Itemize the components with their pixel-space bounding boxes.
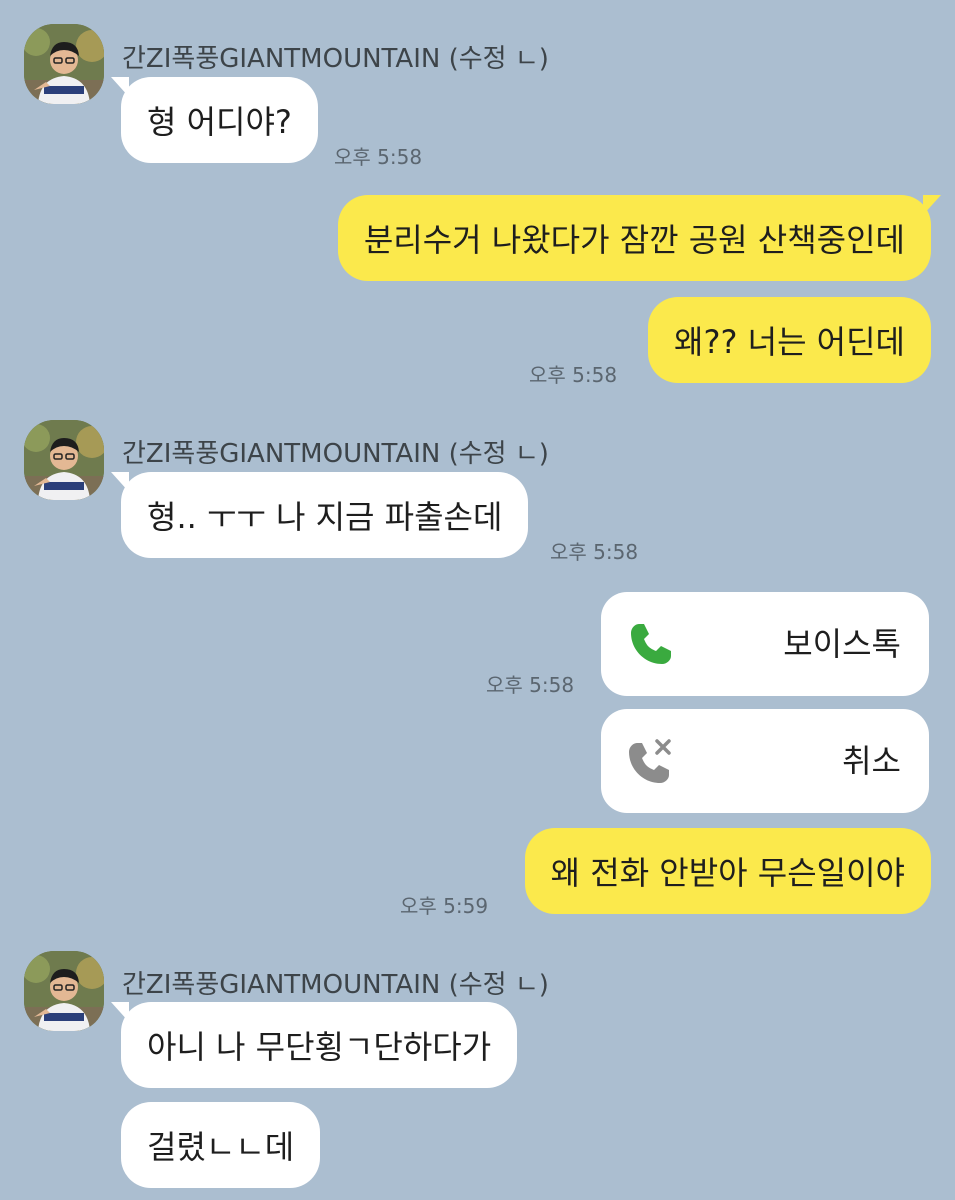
message-text: 형 어디야? bbox=[147, 103, 292, 141]
message-timestamp: 오후 5:58 bbox=[486, 673, 575, 697]
message-text: 왜 전화 안받아 무슨일이야 bbox=[550, 854, 905, 892]
phone-cancelled-icon bbox=[629, 739, 671, 783]
message-bubble[interactable]: 왜 전화 안받아 무슨일이야 bbox=[524, 828, 931, 914]
bubble-tail bbox=[111, 1002, 129, 1022]
phone-icon bbox=[631, 624, 671, 664]
call-label: 보이스톡 bbox=[783, 625, 901, 663]
avatar[interactable] bbox=[24, 951, 104, 1031]
bubble-tail bbox=[923, 195, 941, 215]
message-bubble[interactable]: 분리수거 나왔다가 잠깐 공원 산책중인데 bbox=[337, 195, 941, 281]
message-timestamp: 오후 5:58 bbox=[334, 145, 423, 169]
bubble-tail bbox=[111, 472, 129, 492]
message-timestamp: 오후 5:58 bbox=[529, 363, 618, 387]
message-text: 형.. ㅜㅜ 나 지금 파출손데 bbox=[147, 498, 503, 536]
sender-name: 간ZI폭풍GIANTMOUNTAIN (수정 ㄴ) bbox=[122, 439, 549, 469]
voice-talk-card[interactable]: 보이스톡 bbox=[601, 592, 929, 696]
avatar[interactable] bbox=[24, 420, 104, 500]
message-text: 왜?? 너는 어딘데 bbox=[674, 323, 905, 361]
message-text: 아니 나 무단횡ㄱ단하다가 bbox=[147, 1028, 492, 1066]
sender-name: 간ZI폭풍GIANTMOUNTAIN (수정 ㄴ) bbox=[122, 44, 549, 74]
message-text: 걸렸ㄴㄴ데 bbox=[147, 1128, 295, 1166]
message-bubble[interactable]: 형 어디야? bbox=[111, 77, 318, 163]
call-label: 취소 bbox=[842, 742, 901, 780]
message-timestamp: 오후 5:59 bbox=[400, 894, 489, 918]
message-bubble[interactable]: 왜?? 너는 어딘데 bbox=[648, 297, 931, 383]
message-bubble[interactable]: 걸렸ㄴㄴ데 bbox=[121, 1102, 321, 1188]
avatar[interactable] bbox=[24, 24, 104, 104]
message-bubble[interactable]: 아니 나 무단횡ㄱ단하다가 bbox=[111, 1002, 518, 1088]
cancelled-call-card[interactable]: 취소 bbox=[601, 709, 929, 813]
message-bubble[interactable]: 형.. ㅜㅜ 나 지금 파출손데 bbox=[111, 472, 529, 558]
sender-name: 간ZI폭풍GIANTMOUNTAIN (수정 ㄴ) bbox=[122, 970, 549, 1000]
message-timestamp: 오후 5:58 bbox=[550, 540, 639, 564]
message-text: 분리수거 나왔다가 잠깐 공원 산책중인데 bbox=[363, 221, 905, 259]
bubble-tail bbox=[111, 77, 129, 97]
